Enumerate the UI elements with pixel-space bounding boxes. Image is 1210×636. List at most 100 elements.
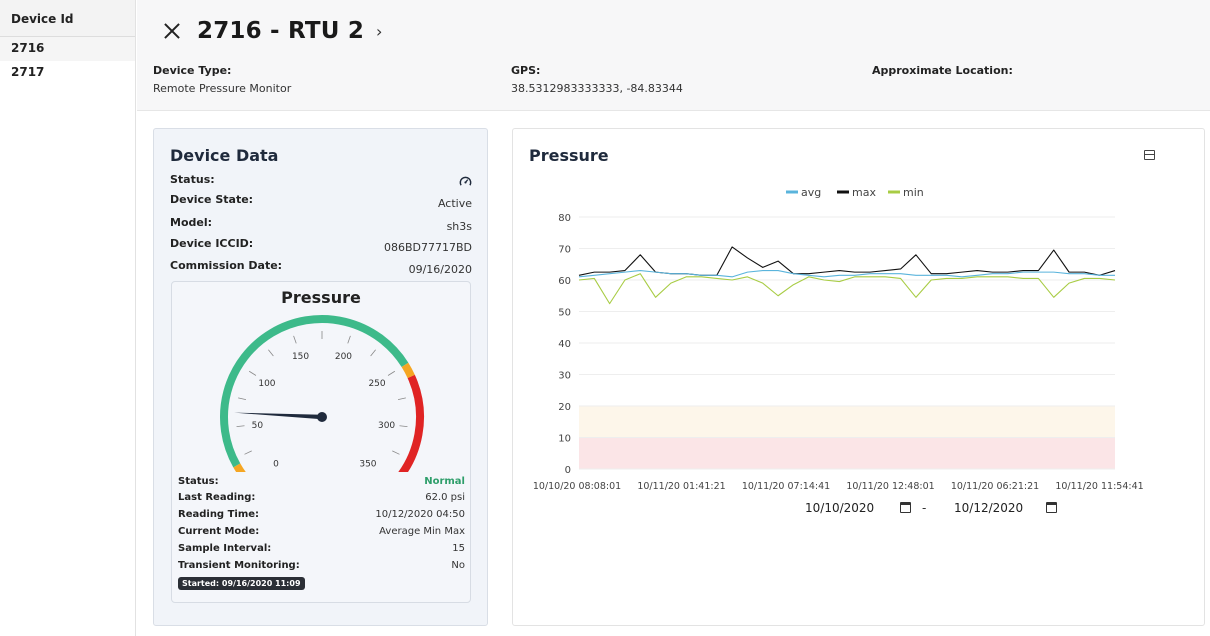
device-list-sidebar: Device Id 2716 2717 bbox=[0, 0, 136, 636]
gauge-tick-label: 200 bbox=[335, 352, 352, 362]
gauge-tick bbox=[392, 450, 400, 455]
gauge-band bbox=[233, 463, 246, 472]
gps-field: GPS: 38.5312983333333, -84.83344 bbox=[511, 64, 683, 95]
y-tick-label: 30 bbox=[558, 371, 571, 382]
gauge-tick bbox=[399, 425, 408, 428]
gauge-icon[interactable] bbox=[459, 175, 472, 191]
gauge-band bbox=[220, 315, 409, 468]
chevron-right-icon[interactable]: › bbox=[376, 22, 382, 41]
started-badge: Started: 09/16/2020 11:09 bbox=[178, 577, 305, 590]
device-list-item[interactable]: 2716 bbox=[0, 37, 135, 61]
device-data-title: Device Data bbox=[170, 146, 279, 165]
page-title: 2716 - RTU 2 bbox=[197, 18, 365, 44]
device-list-item[interactable]: 2717 bbox=[0, 61, 135, 85]
y-tick-label: 70 bbox=[558, 245, 571, 256]
reading-time-label: Reading Time: bbox=[178, 509, 260, 520]
x-tick-label: 10/11/20 07:14:41 bbox=[742, 481, 830, 492]
commission-date-row: Commission Date: 09/16/2020 bbox=[170, 259, 472, 276]
calendar-icon[interactable] bbox=[900, 502, 911, 513]
model-value: sh3s bbox=[446, 220, 472, 233]
current-mode-row: Current Mode: Average Min Max bbox=[178, 526, 465, 537]
device-state-label: Device State: bbox=[170, 193, 254, 206]
gauge-tick bbox=[293, 335, 297, 344]
device-id-column-header[interactable]: Device Id bbox=[0, 0, 135, 37]
sample-interval-label: Sample Interval: bbox=[178, 543, 272, 554]
gauge-tick bbox=[370, 349, 376, 357]
commission-date-label: Commission Date: bbox=[170, 259, 283, 272]
device-state-row: Device State: Active bbox=[170, 193, 472, 210]
current-mode-value: Average Min Max bbox=[379, 526, 465, 537]
gauge-status-value: Normal bbox=[424, 476, 465, 487]
gauge-tick bbox=[397, 397, 406, 401]
commission-date-value: 09/16/2020 bbox=[408, 263, 472, 276]
gauge-needle bbox=[234, 412, 323, 420]
transient-monitoring-row: Transient Monitoring: No bbox=[178, 560, 465, 571]
gps-value: 38.5312983333333, -84.83344 bbox=[511, 82, 683, 95]
gauge-tick bbox=[387, 370, 396, 376]
x-tick-label: 10/10/20 08:08:01 bbox=[533, 481, 621, 492]
sample-interval-value: 15 bbox=[452, 543, 465, 554]
pressure-gauge: 0 50 100 150 200 250 300 350 bbox=[220, 315, 424, 472]
iccid-row: Device ICCID: 086BD77717BD bbox=[170, 237, 472, 254]
device-type-label: Device Type: bbox=[153, 64, 232, 77]
gauge-status-row: Status: Normal bbox=[178, 476, 465, 487]
gauge-tick-label: 350 bbox=[359, 459, 376, 469]
gauge-status-label: Status: bbox=[178, 476, 219, 487]
iccid-value: 086BD77717BD bbox=[383, 241, 472, 254]
gauge-tick bbox=[238, 397, 247, 401]
status-label: Status: bbox=[170, 173, 215, 186]
last-reading-row: Last Reading: 62.0 psi bbox=[178, 492, 465, 503]
date-from-input[interactable]: 10/10/2020 bbox=[805, 501, 874, 515]
gauge-tick-label: 100 bbox=[258, 379, 275, 389]
calendar-icon[interactable] bbox=[1046, 502, 1057, 513]
model-label: Model: bbox=[170, 216, 213, 229]
current-mode-label: Current Mode: bbox=[178, 526, 260, 537]
y-tick-label: 10 bbox=[558, 434, 571, 445]
last-reading-label: Last Reading: bbox=[178, 492, 256, 503]
gauge-tick bbox=[347, 335, 351, 344]
last-reading-value: 62.0 psi bbox=[425, 492, 465, 503]
gauge-tick-label: 300 bbox=[378, 421, 395, 431]
pressure-line-chart: 0 10 20 30 40 50 60 70 80 10/10/20 08:08:01 10/11/… bbox=[533, 186, 1144, 492]
gauge-band bbox=[398, 374, 424, 472]
location-label: Approximate Location: bbox=[872, 64, 1013, 77]
device-data-card: Device Data Status: Device State: Active… bbox=[153, 128, 488, 626]
transient-monitoring-label: Transient Monitoring: bbox=[178, 560, 300, 571]
legend-label-min: min bbox=[903, 186, 924, 199]
y-tick-label: 50 bbox=[558, 308, 571, 319]
legend-label-avg: avg bbox=[801, 186, 821, 199]
x-tick-label: 10/11/20 12:48:01 bbox=[846, 481, 934, 492]
location-field: Approximate Location: bbox=[872, 64, 1013, 77]
transient-monitoring-value: No bbox=[451, 560, 465, 571]
gauge-tick bbox=[244, 450, 252, 455]
date-to-input[interactable]: 10/12/2020 bbox=[954, 501, 1023, 515]
sample-interval-row: Sample Interval: 15 bbox=[178, 543, 465, 554]
gps-label: GPS: bbox=[511, 64, 541, 77]
close-icon[interactable] bbox=[161, 20, 183, 42]
gauge-tick-label: 0 bbox=[273, 459, 279, 469]
legend-label-max: max bbox=[852, 186, 876, 199]
pressure-chart-card: Pressure 0 10 20 30 40 50 60 70 80 10/10/20 08:08… bbox=[512, 128, 1205, 626]
threshold-band bbox=[579, 437, 1115, 469]
gauge-tick-label: 50 bbox=[252, 421, 264, 431]
series-line-max bbox=[578, 246, 1116, 276]
gauge-tick-label: 150 bbox=[292, 352, 309, 362]
device-header: 2716 - RTU 2 › Device Type: Remote Press… bbox=[137, 0, 1210, 111]
y-tick-label: 0 bbox=[565, 465, 571, 476]
series-line-min bbox=[578, 273, 1116, 305]
gauge-band bbox=[401, 362, 415, 379]
reading-time-row: Reading Time: 10/12/2020 04:50 bbox=[178, 509, 465, 520]
threshold-band bbox=[579, 406, 1115, 438]
model-row: Model: sh3s bbox=[170, 216, 472, 233]
y-tick-label: 60 bbox=[558, 276, 571, 287]
device-type-field: Device Type: Remote Pressure Monitor bbox=[153, 64, 291, 95]
device-type-value: Remote Pressure Monitor bbox=[153, 82, 292, 95]
gauge-tick bbox=[248, 370, 257, 376]
y-tick-label: 80 bbox=[558, 213, 571, 224]
device-state-value: Active bbox=[437, 197, 472, 210]
iccid-label: Device ICCID: bbox=[170, 237, 254, 250]
y-tick-label: 40 bbox=[558, 339, 571, 350]
y-tick-label: 20 bbox=[558, 402, 571, 413]
x-tick-label: 10/11/20 01:41:21 bbox=[637, 481, 725, 492]
status-row: Status: bbox=[170, 173, 472, 191]
